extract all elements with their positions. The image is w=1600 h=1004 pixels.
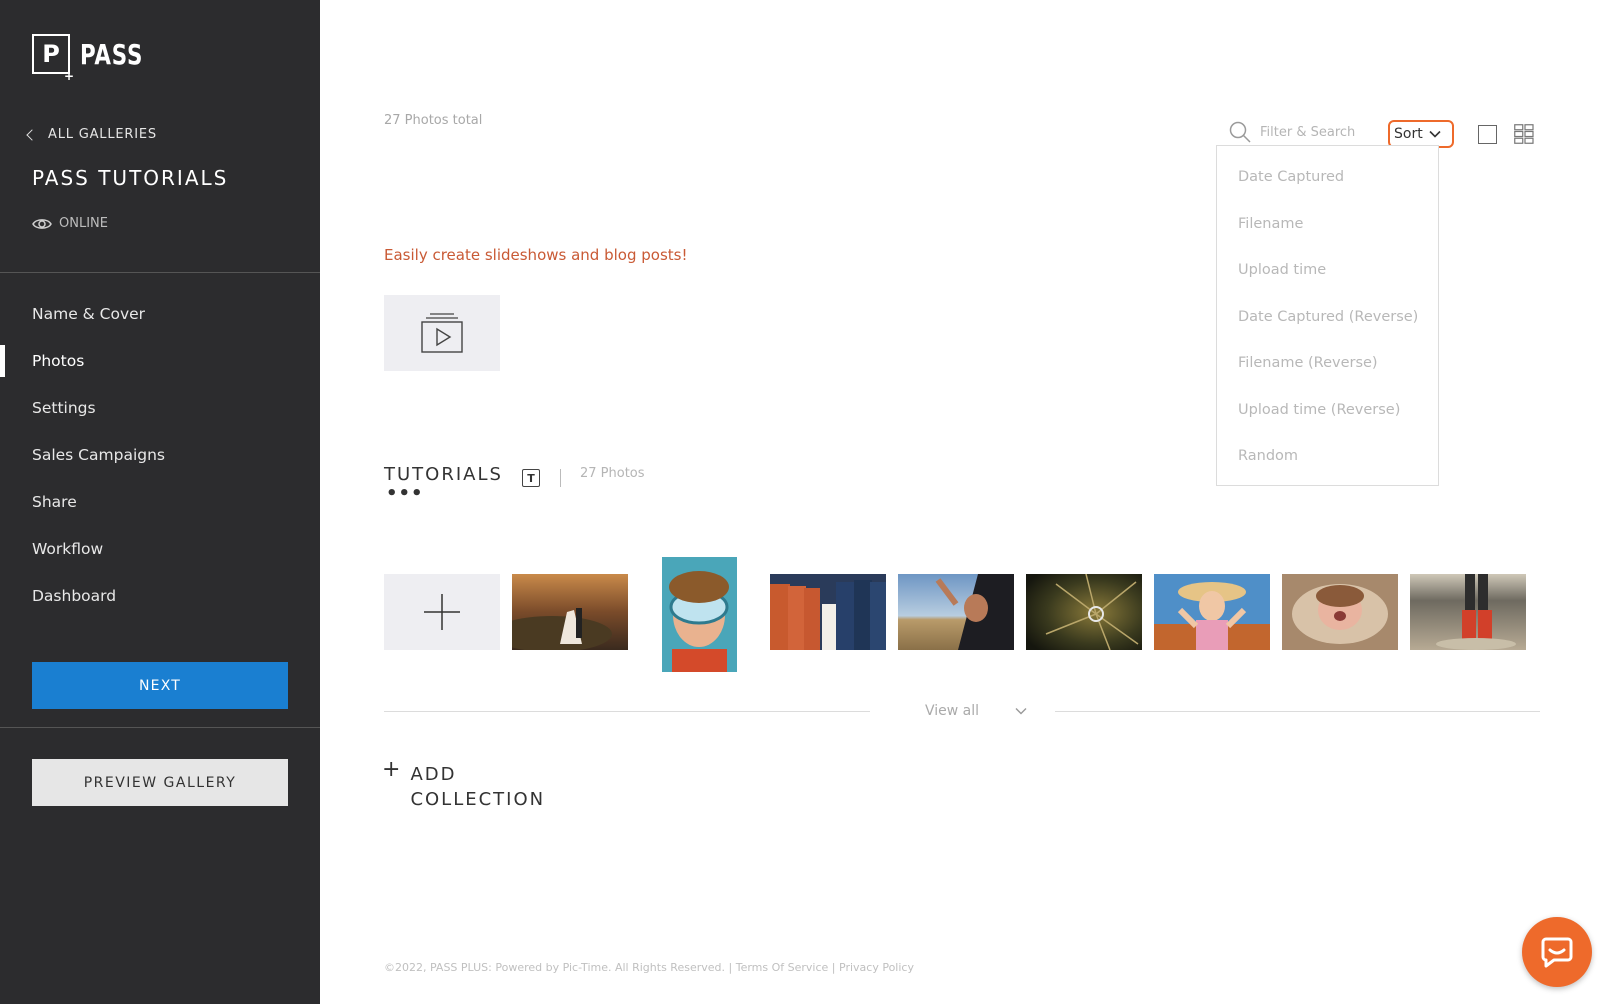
footer-separator: | xyxy=(831,961,836,974)
all-galleries-link[interactable]: ALL GALLERIES xyxy=(25,127,157,142)
logo-mark: P xyxy=(32,34,74,83)
collection-type-icon[interactable]: T xyxy=(522,469,540,487)
sort-dropdown-menu: Date Captured Filename Upload time Date … xyxy=(1216,145,1439,486)
collection-title: TUTORIALS xyxy=(384,464,503,485)
footer-separator: | xyxy=(728,961,733,974)
sidebar-item-label: Name & Cover xyxy=(32,304,146,323)
search-placeholder: Filter & Search xyxy=(1260,124,1356,140)
search-input[interactable]: Filter & Search xyxy=(1228,120,1355,144)
sidebar-item-label: Settings xyxy=(32,398,96,417)
sort-option-filename-reverse[interactable]: Filename (Reverse) xyxy=(1217,340,1438,387)
photo-thumbnail[interactable] xyxy=(512,574,628,650)
sidebar-item-sales-campaigns[interactable]: Sales Campaigns xyxy=(0,431,320,478)
sort-option-random[interactable]: Random xyxy=(1217,433,1438,480)
chat-button[interactable] xyxy=(1522,917,1592,987)
sidebar-item-dashboard[interactable]: Dashboard xyxy=(0,572,320,619)
photo-thumbnail[interactable] xyxy=(662,557,737,672)
photo-thumbnail[interactable] xyxy=(1154,574,1270,650)
footer: ©2022, PASS PLUS: Powered by Pic-Time. A… xyxy=(384,961,914,974)
terms-link[interactable]: Terms Of Service xyxy=(736,961,829,974)
sidebar-item-label: Sales Campaigns xyxy=(32,445,165,464)
collection-photo-count: 27 Photos xyxy=(580,466,645,481)
collection-separator xyxy=(560,469,561,487)
sidebar-item-label: Dashboard xyxy=(32,586,117,605)
sort-button[interactable]: Sort xyxy=(1388,120,1454,148)
sidebar-item-settings[interactable]: Settings xyxy=(0,384,320,431)
collection-options-icon[interactable]: ••• xyxy=(386,485,424,503)
grid-view-icon[interactable] xyxy=(1514,124,1534,144)
gallery-title: PASS TUTORIALS xyxy=(32,166,229,190)
photo-thumbnail[interactable] xyxy=(770,574,886,650)
add-collection-button[interactable]: + ADD COLLECTION xyxy=(382,758,546,812)
sidebar-divider xyxy=(0,272,320,273)
photo-thumbnail[interactable] xyxy=(1026,574,1142,650)
chevron-down-icon xyxy=(1429,130,1441,138)
add-photos-tile[interactable] xyxy=(384,574,500,650)
sidebar-item-workflow[interactable]: Workflow xyxy=(0,525,320,572)
sidebar-item-label: Workflow xyxy=(32,539,104,558)
gallery-status[interactable]: ONLINE xyxy=(32,216,108,231)
chat-icon xyxy=(1541,937,1573,968)
status-label: ONLINE xyxy=(59,216,108,231)
search-icon xyxy=(1229,121,1251,143)
view-all-label: View all xyxy=(925,703,980,719)
sidebar-divider xyxy=(0,727,320,728)
plus-icon xyxy=(424,594,460,630)
sidebar-item-label: Share xyxy=(32,492,77,511)
chevron-down-icon xyxy=(1015,708,1027,715)
privacy-link[interactable]: Privacy Policy xyxy=(839,961,914,974)
add-collection-label: ADD COLLECTION xyxy=(410,764,546,810)
sort-option-date-captured-reverse[interactable]: Date Captured (Reverse) xyxy=(1217,294,1438,341)
sidebar: P PASS ALL GALLERIES PASS TUTORIALS ONLI… xyxy=(0,0,320,1004)
sidebar-item-name-cover[interactable]: Name & Cover xyxy=(0,290,320,337)
footer-copyright: ©2022, PASS PLUS: Powered by Pic-Time. A… xyxy=(384,961,725,974)
eye-icon xyxy=(32,218,52,229)
logo-text: PASS xyxy=(80,37,144,71)
view-all-button[interactable]: View all xyxy=(925,703,1027,719)
sort-label: Sort xyxy=(1394,126,1423,142)
view-all-divider xyxy=(1055,711,1540,712)
sidebar-item-share[interactable]: Share xyxy=(0,478,320,525)
slideshow-icon xyxy=(421,313,463,353)
photo-thumbnail[interactable] xyxy=(1282,574,1398,650)
slideshow-button[interactable] xyxy=(384,295,500,371)
sidebar-nav: Name & Cover Photos Settings Sales Campa… xyxy=(0,290,320,619)
plus-icon: + xyxy=(382,757,401,782)
sidebar-item-label: Photos xyxy=(32,351,85,370)
photos-total: 27 Photos total xyxy=(384,113,483,128)
next-button[interactable]: NEXT xyxy=(32,662,288,709)
sort-option-date-captured[interactable]: Date Captured xyxy=(1217,154,1438,201)
photo-thumbnail[interactable] xyxy=(898,574,1014,650)
single-view-toggle[interactable] xyxy=(1478,125,1497,144)
back-link-label: ALL GALLERIES xyxy=(48,127,157,142)
sort-option-upload-time-reverse[interactable]: Upload time (Reverse) xyxy=(1217,387,1438,434)
sidebar-item-photos[interactable]: Photos xyxy=(0,337,320,384)
photo-thumbnail[interactable] xyxy=(1410,574,1526,650)
preview-gallery-button[interactable]: PREVIEW GALLERY xyxy=(32,759,288,806)
chevron-left-icon xyxy=(26,128,38,141)
view-all-divider xyxy=(384,711,870,712)
slideshow-promo-text[interactable]: Easily create slideshows and blog posts! xyxy=(384,246,687,264)
sort-option-filename[interactable]: Filename xyxy=(1217,201,1438,248)
sort-option-upload-time[interactable]: Upload time xyxy=(1217,247,1438,294)
pass-logo[interactable]: P PASS xyxy=(32,34,154,83)
